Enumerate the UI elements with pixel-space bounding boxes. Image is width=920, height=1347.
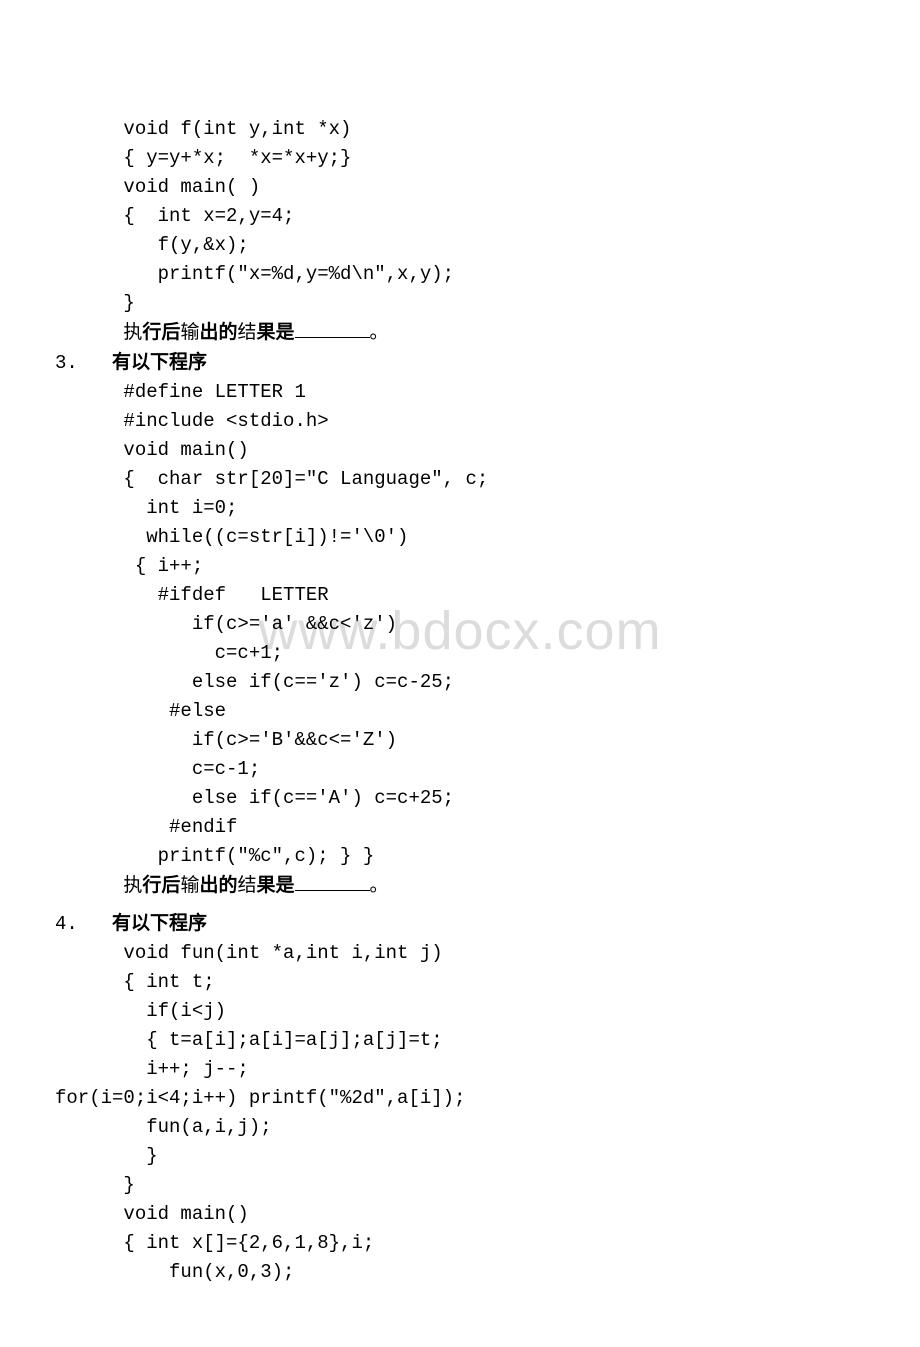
code-line: { int x=2,y=4;	[55, 202, 835, 231]
code-line: void fun(int *a,int i,int j)	[55, 939, 835, 968]
code-line: }	[55, 289, 835, 318]
text: 果是	[256, 322, 294, 343]
code-line: if(c>='B'&&c<='Z')	[55, 726, 835, 755]
blank-underline	[295, 323, 370, 338]
code-line: #include <stdio.h>	[55, 407, 835, 436]
code-line: printf("%c",c); } }	[55, 842, 835, 871]
code-line: { char str[20]="C Language", c;	[55, 465, 835, 494]
code-line: { int x[]={2,6,1,8},i;	[55, 1229, 835, 1258]
text: 输	[180, 875, 199, 897]
text: 结	[237, 322, 256, 344]
code-line: i++; j--;	[55, 1055, 835, 1084]
code-line: #define LETTER 1	[55, 378, 835, 407]
code-line: else if(c=='A') c=c+25;	[55, 784, 835, 813]
question-number: 3.	[55, 352, 112, 374]
code-line: void main( )	[55, 173, 835, 202]
code-line: #ifdef LETTER	[55, 581, 835, 610]
blank-underline	[295, 876, 370, 891]
code-line: { int t;	[55, 968, 835, 997]
code-line: { t=a[i];a[i]=a[j];a[j]=t;	[55, 1026, 835, 1055]
code-line: void main()	[55, 436, 835, 465]
code-line: void f(int y,int *x)	[55, 115, 835, 144]
code-line: }	[55, 1171, 835, 1200]
code-line: c=c+1;	[55, 639, 835, 668]
text: 果是	[256, 875, 294, 896]
text: 行后	[142, 875, 180, 896]
code-line: f(y,&x);	[55, 231, 835, 260]
text: 行后	[142, 322, 180, 343]
text: 。	[370, 322, 389, 344]
text: 出的	[199, 875, 237, 896]
code-line: if(i<j)	[55, 997, 835, 1026]
code-line: { i++;	[55, 552, 835, 581]
text: 出的	[199, 322, 237, 343]
question-title: 有以下程序	[112, 913, 207, 934]
result-line: 执行后输出的结果是 。	[55, 318, 835, 348]
text: 执	[55, 322, 142, 344]
text: 执	[55, 875, 142, 897]
code-line: int i=0;	[55, 494, 835, 523]
code-line: #else	[55, 697, 835, 726]
text: 结	[237, 875, 256, 897]
code-line: while((c=str[i])!='\0')	[55, 523, 835, 552]
code-line: printf("x=%d,y=%d\n",x,y);	[55, 260, 835, 289]
result-line: 执行后输出的结果是 。	[55, 871, 835, 901]
code-line: void main()	[55, 1200, 835, 1229]
text: 。	[370, 875, 389, 897]
page-content: void f(int y,int *x) { y=y+*x; *x=*x+y;}…	[0, 0, 920, 1347]
code-line: fun(a,i,j);	[55, 1113, 835, 1142]
code-line: else if(c=='z') c=c-25;	[55, 668, 835, 697]
code-line: { y=y+*x; *x=*x+y;}	[55, 144, 835, 173]
question-number: 4.	[55, 913, 112, 935]
question-header: 4. 有以下程序	[55, 909, 835, 939]
code-line: #endif	[55, 813, 835, 842]
code-line: }	[55, 1142, 835, 1171]
code-line: fun(x,0,3);	[55, 1258, 835, 1287]
question-header: 3. 有以下程序	[55, 348, 835, 378]
code-line: if(c>='a' &&c<'z')	[55, 610, 835, 639]
question-title: 有以下程序	[112, 352, 207, 373]
code-line: for(i=0;i<4;i++) printf("%2d",a[i]);	[55, 1084, 835, 1113]
text: 输	[180, 322, 199, 344]
code-line: c=c-1;	[55, 755, 835, 784]
